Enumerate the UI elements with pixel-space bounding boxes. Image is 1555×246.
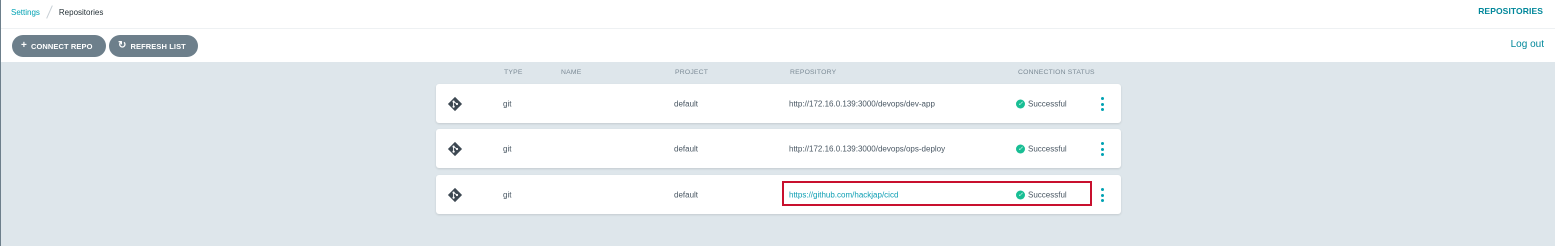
column-header-project: PROJECT <box>675 69 709 76</box>
row-project: default <box>674 144 699 153</box>
table-row[interactable]: git default http://172.16.0.139:3000/dev… <box>436 129 1121 168</box>
check-circle-icon: ✓ <box>1016 99 1025 108</box>
connect-repo-label: CONNECT REPO <box>30 41 93 51</box>
row-type: git <box>503 144 512 153</box>
connection-status-label: Successful <box>1028 144 1067 153</box>
kebab-menu-icon[interactable] <box>1100 188 1104 202</box>
refresh-list-button[interactable]: ↻ REFRESH LIST <box>109 35 198 57</box>
connection-status-label: Successful <box>1028 99 1067 108</box>
refresh-list-label: REFRESH LIST <box>130 41 186 51</box>
row-repository: http://172.16.0.139:3000/devops/dev-app <box>789 99 935 108</box>
refresh-icon: ↻ <box>118 40 127 51</box>
connect-repo-button[interactable]: + CONNECT REPO <box>12 35 106 57</box>
breadcrumb-separator <box>46 5 53 19</box>
header-divider <box>1 28 1555 29</box>
row-repository: http://172.16.0.139:3000/devops/ops-depl… <box>789 144 946 153</box>
page-title: REPOSITORIES <box>1478 6 1543 16</box>
column-header-type: TYPE <box>504 69 523 76</box>
column-header-repository: REPOSITORY <box>790 69 837 76</box>
row-project: default <box>674 190 699 199</box>
git-icon <box>447 141 463 157</box>
table-header: TYPE NAME PROJECT REPOSITORY CONNECTION … <box>437 69 1122 79</box>
connection-status: ✓ Successful <box>1016 144 1067 153</box>
connection-status: ✓ Successful <box>1016 99 1067 108</box>
git-icon <box>447 96 463 112</box>
plus-icon: + <box>21 40 27 51</box>
highlight-annotation-box <box>782 181 1092 206</box>
column-header-name: NAME <box>561 69 582 76</box>
row-project: default <box>674 99 699 108</box>
git-icon <box>447 187 463 203</box>
breadcrumb-current: Repositories <box>58 7 104 17</box>
logout-link[interactable]: Log out <box>1511 39 1544 50</box>
column-header-connection-status: CONNECTION STATUS <box>1018 69 1095 76</box>
check-circle-icon: ✓ <box>1016 144 1025 153</box>
toolbar: + CONNECT REPO ↻ REFRESH LIST <box>12 35 198 57</box>
breadcrumb-settings-link[interactable]: Settings <box>11 8 40 17</box>
table-row[interactable]: git default http://172.16.0.139:3000/dev… <box>436 84 1121 123</box>
top-bar: Settings Repositories REPOSITORIES + CON… <box>0 0 1555 62</box>
kebab-menu-icon[interactable] <box>1100 97 1104 111</box>
row-type: git <box>503 190 512 199</box>
row-type: git <box>503 99 512 108</box>
breadcrumb: Settings Repositories <box>11 5 104 19</box>
kebab-menu-icon[interactable] <box>1100 142 1104 156</box>
